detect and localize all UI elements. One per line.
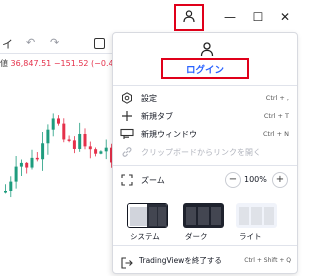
plus-icon (120, 109, 134, 123)
divider (113, 245, 297, 246)
user-icon (182, 8, 196, 27)
login-button[interactable]: ログイン (186, 62, 224, 76)
close-button[interactable]: ✕ (270, 0, 300, 34)
candle-body (25, 162, 29, 168)
exit-label: TradingViewを終了する (139, 255, 222, 265)
candle-body (62, 123, 66, 140)
minimize-icon: — (224, 10, 236, 24)
redo-icon[interactable]: ↷ (50, 36, 59, 49)
candle-body (57, 118, 60, 124)
candle-body (94, 149, 98, 154)
exit-shortcut: Ctrl + Shift + Q (244, 256, 291, 264)
menu-item-label: クリップボードからリンクを開く (141, 147, 261, 157)
candle-body (83, 133, 87, 147)
menu-item-label: 新規タブ (141, 111, 173, 121)
avatar-icon (199, 41, 215, 57)
divider (113, 85, 297, 86)
zoom-row: ズーム (113, 171, 297, 189)
chart-toolbar: イ ↶ ↷ (0, 34, 115, 54)
menu-item-shortcut: Ctrl + T (263, 112, 289, 120)
candle-body (72, 140, 76, 149)
theme-dark-label: ダーク (185, 232, 208, 241)
account-button[interactable] (174, 4, 204, 31)
menu-item-new-tab[interactable]: 新規タブ Ctrl + T (113, 107, 297, 125)
candle-body (99, 151, 103, 154)
candle-body (4, 190, 7, 193)
gear-icon (120, 91, 134, 105)
maximize-icon: ☐ (252, 10, 264, 24)
zoom-in-button[interactable]: + (272, 172, 288, 188)
menu-item-shortcut: Ctrl + , (265, 94, 289, 102)
zoom-out-button[interactable]: − (225, 172, 241, 188)
candle-body (35, 157, 39, 160)
menu-item-label: 新規ウィンドウ (141, 129, 197, 139)
exit-icon (121, 254, 133, 269)
candle-body (88, 146, 92, 150)
fullscreen-icon[interactable] (94, 38, 105, 49)
zoom-value: 100% (244, 175, 267, 184)
divider (113, 165, 297, 166)
fullscreen-icon (120, 173, 134, 187)
theme-light-preview (236, 203, 277, 228)
login-highlight: ログイン (161, 58, 249, 79)
candle-body (51, 118, 55, 130)
plus-icon: + (275, 174, 285, 185)
account-menu: ログイン 設定 Ctrl + , 新規タブ Ctrl + T 新規ウィンドウ C… (112, 32, 298, 274)
candle-body (30, 157, 34, 168)
minus-icon: − (228, 174, 238, 185)
theme-light-label: ライト (239, 232, 262, 241)
close-icon: ✕ (279, 10, 291, 24)
candle-body (19, 162, 23, 167)
candle-body (41, 143, 45, 160)
maximize-button[interactable]: ☐ (243, 0, 273, 34)
price-value: 36,847.51 (10, 59, 52, 68)
candle-body (104, 147, 108, 152)
menu-item-open-link-from-clipboard[interactable]: クリップボードからリンクを開く (113, 143, 297, 161)
window-titlebar: — ☐ ✕ (0, 0, 300, 34)
zoom-label: ズーム (141, 175, 165, 185)
menu-item-exit[interactable]: TradingViewを終了する Ctrl + Shift + Q (113, 251, 297, 269)
link-icon (120, 145, 134, 159)
menu-item-shortcut: Ctrl + N (262, 130, 289, 138)
theme-system-label: システム (130, 232, 160, 241)
candlestick-chart[interactable] (0, 72, 115, 272)
candle-body (9, 181, 13, 191)
candle-body (67, 139, 71, 141)
theme-light-option[interactable] (236, 203, 277, 228)
theme-system-preview (128, 204, 167, 227)
undo-icon[interactable]: ↶ (26, 36, 35, 49)
menu-item-label: 設定 (141, 93, 157, 103)
candle-body (46, 129, 50, 144)
minimize-button[interactable]: — (215, 0, 245, 34)
price-label: 値 (0, 59, 8, 68)
price-line: 値 36,847.51 −151.52 (−0.41%) (0, 58, 129, 69)
candle-body (14, 166, 18, 182)
menu-item-settings[interactable]: 設定 Ctrl + , (113, 89, 297, 107)
new-window-icon (120, 127, 134, 141)
candle-body (78, 133, 82, 149)
menu-item-new-window[interactable]: 新規ウィンドウ Ctrl + N (113, 125, 297, 143)
theme-system-option[interactable] (127, 203, 168, 228)
theme-dark-preview (183, 203, 224, 228)
toolbar-truncated-label[interactable]: イ (2, 36, 13, 52)
theme-dark-option[interactable] (183, 203, 224, 228)
